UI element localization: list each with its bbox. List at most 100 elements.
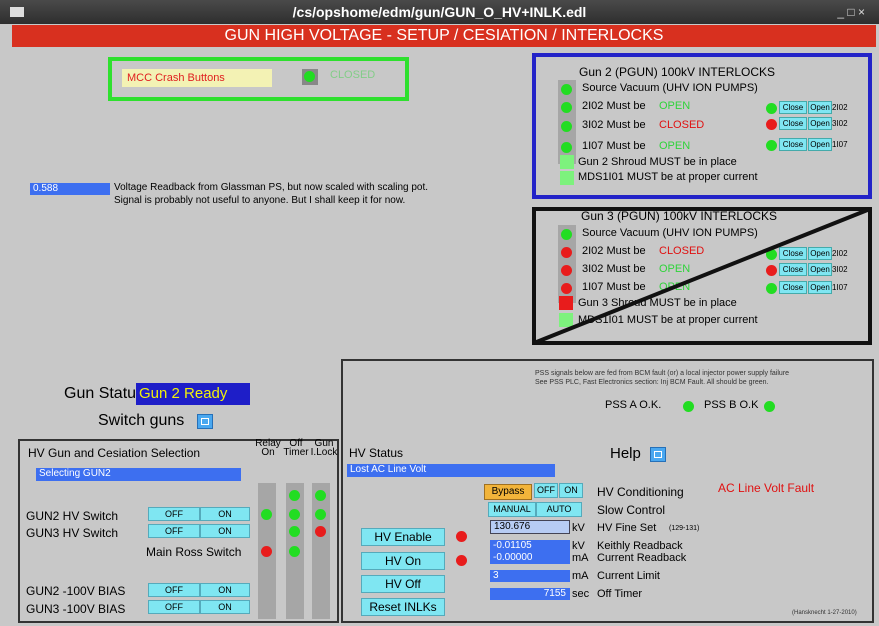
- hv-fine-set-range: (129-131): [669, 525, 700, 532]
- gun2-2i02-valve-tag: 2I02: [832, 103, 848, 112]
- page-header: GUN HIGH VOLTAGE - SETUP / CESIATION / I…: [12, 25, 876, 47]
- gun3-disabled-strike: [533, 207, 871, 345]
- voltage-readback-note-1: Voltage Readback from Glassman PS, but n…: [114, 182, 429, 193]
- gun2-1i07-led: [561, 142, 572, 153]
- gun2-3i02-led: [561, 121, 572, 132]
- gun2-3i02-open-button[interactable]: Open: [808, 117, 832, 130]
- help-label: Help: [610, 445, 641, 462]
- ac-line-fault-text: AC Line Volt Fault: [718, 481, 815, 495]
- gun2-source-led: [561, 84, 572, 95]
- pss-note-2: See PSS PLC, Fast Electronics section: I…: [535, 379, 769, 386]
- gun2-1i07-open-button[interactable]: Open: [808, 138, 832, 151]
- related-display-icon: [201, 418, 209, 425]
- help-display-icon: [654, 451, 662, 458]
- gun3-bias-on-button[interactable]: ON: [200, 600, 250, 614]
- ross-timer-led: [289, 546, 300, 557]
- gun2-1i07-state: OPEN: [659, 140, 691, 152]
- gun2-2i02-led: [561, 102, 572, 113]
- gun-status-value: Gun 2 Ready: [136, 383, 250, 405]
- gun2-1i07-valve-tag: 1I07: [832, 140, 848, 149]
- help-button[interactable]: [650, 447, 666, 462]
- col-gun-ilock: Gun I.Lock: [310, 438, 338, 458]
- gun2-source-label: Source Vacuum (UHV ION PUMPS): [582, 82, 758, 94]
- gun2-3i02-valve-tag: 3I02: [832, 119, 848, 128]
- gun2-shroud-label: Gun 2 Shroud MUST be in place: [578, 156, 737, 168]
- keithly-readback-label: Keithly Readback: [597, 540, 683, 552]
- gun2-bias-on-button[interactable]: ON: [200, 583, 250, 597]
- gun2-hv-on-button[interactable]: ON: [200, 507, 250, 521]
- hv-on-led: [456, 555, 467, 566]
- window-title: /cs/opshome/edm/gun/GUN_O_HV+INLK.edl: [292, 4, 587, 20]
- gun2-1i07-label: 1I07 Must be: [582, 140, 646, 152]
- gun2-bias-label: GUN2 -100V BIAS: [26, 584, 126, 598]
- hv-status-field: Lost AC Line Volt: [347, 464, 555, 477]
- pss-a-led: [683, 401, 694, 412]
- manual-button[interactable]: MANUAL: [488, 502, 536, 517]
- gun2-hv-off-button[interactable]: OFF: [148, 507, 200, 521]
- off-timer-unit: sec: [572, 588, 590, 600]
- voltage-readback-value: 0.588: [30, 183, 110, 195]
- gun2-hv-switch-label: GUN2 HV Switch: [26, 509, 119, 523]
- hv-off-button[interactable]: HV Off: [361, 575, 445, 593]
- timer-top-led: [289, 490, 300, 501]
- gun2-mds-label: MDS1I01 MUST be at proper current: [578, 171, 758, 183]
- slow-control-label: Slow Control: [597, 503, 666, 517]
- gun3-bias-off-button[interactable]: OFF: [148, 600, 200, 614]
- keithly-readback-unit: kV: [572, 540, 585, 552]
- gun2-2i02-valve-led: [766, 103, 777, 114]
- window-controls[interactable]: _ □ ×: [837, 0, 865, 24]
- gun2-ilock-led: [315, 509, 326, 520]
- mcc-status-led: [304, 71, 315, 82]
- selection-field: Selecting GUN2: [36, 468, 241, 481]
- mcc-crash-button[interactable]: MCC Crash Buttons: [122, 69, 272, 87]
- hv-fine-set-label: HV Fine Set: [597, 522, 657, 534]
- ilock-top-led: [315, 490, 326, 501]
- gun2-interlock-title: Gun 2 (PGUN) 100kV INTERLOCKS: [579, 65, 776, 79]
- pss-note-1: PSS signals below are fed from BCM fault…: [535, 370, 790, 377]
- pss-b-label: PSS B O.K: [704, 399, 759, 411]
- gun2-timer-led: [289, 509, 300, 520]
- hv-status-title: HV Status: [349, 446, 404, 460]
- conditioning-on-button[interactable]: ON: [559, 483, 583, 498]
- hv-enable-led: [456, 531, 467, 542]
- switch-guns-button[interactable]: [197, 414, 213, 429]
- window-titlebar: /cs/opshome/edm/gun/GUN_O_HV+INLK.edl _ …: [0, 0, 879, 24]
- main-panel: MCC Crash Buttons CLOSED 0.588 Voltage R…: [12, 47, 876, 626]
- gun2-2i02-label: 2I02 Must be: [582, 100, 646, 112]
- current-readback-value: -0.00000: [490, 552, 570, 564]
- bypass-button[interactable]: Bypass: [484, 484, 532, 500]
- gun2-shroud-indicator: [560, 155, 574, 169]
- ilock-column: [312, 483, 330, 619]
- gun3-hv-on-button[interactable]: ON: [200, 524, 250, 538]
- gun3-ilock-led: [315, 526, 326, 537]
- reset-inlks-button[interactable]: Reset INLKs: [361, 598, 445, 616]
- hv-conditioning-label: HV Conditioning: [597, 485, 684, 499]
- col-relay-on: Relay On: [255, 438, 281, 458]
- gun2-3i02-valve-led: [766, 119, 777, 130]
- switch-guns-label: Switch guns: [98, 412, 185, 429]
- gun2-2i02-open-button[interactable]: Open: [808, 101, 832, 114]
- gun2-3i02-label: 3I02 Must be: [582, 119, 646, 131]
- hv-enable-button[interactable]: HV Enable: [361, 528, 445, 546]
- hv-fine-set-input[interactable]: 130.676: [490, 520, 570, 534]
- gun2-mds-indicator: [560, 171, 574, 185]
- keithly-readback-value: -0.01105: [490, 540, 570, 552]
- current-readback-unit: mA: [572, 552, 589, 564]
- voltage-readback-note-2: Signal is probably not useful to anyone.…: [114, 195, 406, 206]
- gun2-2i02-close-button[interactable]: Close: [779, 101, 807, 114]
- hv-on-button[interactable]: HV On: [361, 552, 445, 570]
- gun3-hv-off-button[interactable]: OFF: [148, 524, 200, 538]
- conditioning-off-button[interactable]: OFF: [534, 483, 558, 498]
- window-menu-icon[interactable]: [10, 7, 24, 17]
- gun2-1i07-close-button[interactable]: Close: [779, 138, 807, 151]
- off-timer-label: Off Timer: [597, 588, 643, 600]
- current-limit-value: 3: [490, 570, 570, 582]
- current-readback-label: Current Readback: [597, 552, 687, 564]
- auto-button[interactable]: AUTO: [536, 502, 582, 517]
- current-limit-unit: mA: [572, 570, 589, 582]
- gun2-2i02-state: OPEN: [659, 100, 691, 112]
- gun2-3i02-close-button[interactable]: Close: [779, 117, 807, 130]
- gun2-3i02-state: CLOSED: [659, 119, 705, 131]
- gun2-1i07-valve-led: [766, 140, 777, 151]
- gun2-bias-off-button[interactable]: OFF: [148, 583, 200, 597]
